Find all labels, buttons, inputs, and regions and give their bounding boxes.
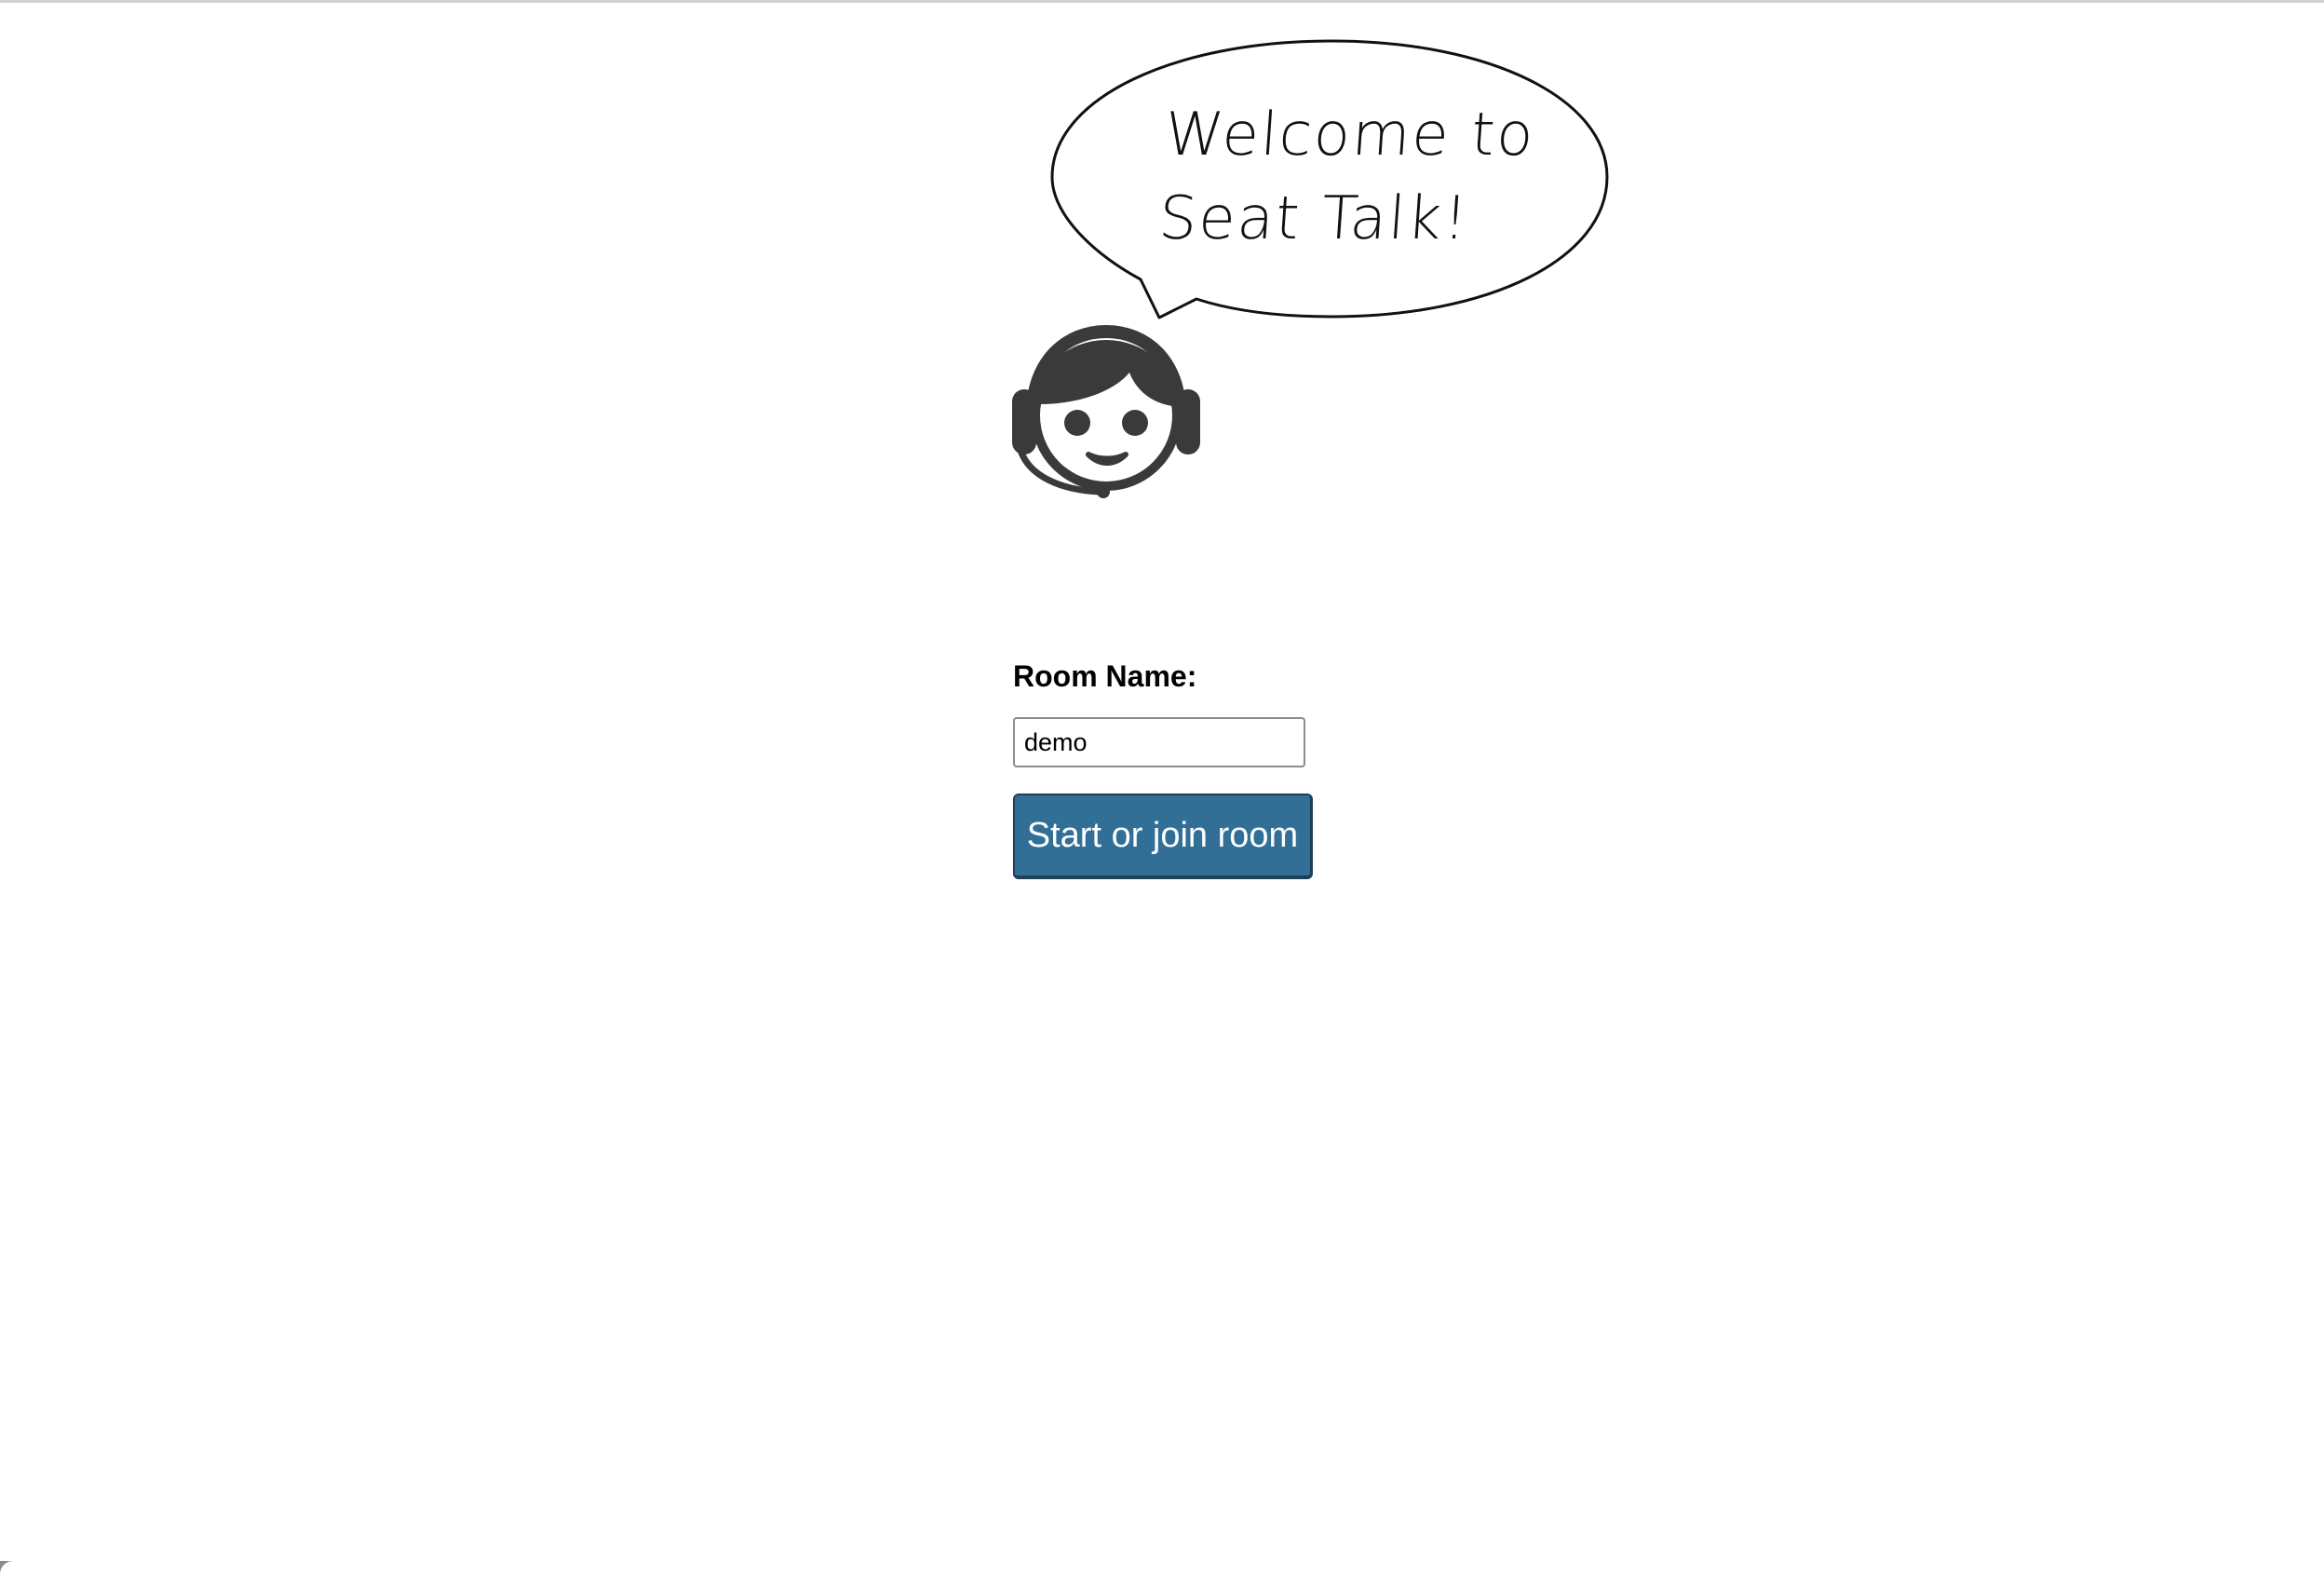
support-agent-headset-icon [1010, 324, 1202, 501]
welcome-speech-bubble: Welcome to Seat Talk! [1043, 35, 1620, 333]
window-corner [0, 1561, 26, 1574]
room-name-label: Room Name: [1013, 659, 1197, 693]
room-name-input[interactable] [1013, 717, 1305, 767]
welcome-line-2: Seat Talk! [1156, 184, 1472, 253]
window-top-border [0, 0, 2324, 3]
start-or-join-room-button[interactable]: Start or join room [1013, 794, 1313, 879]
join-room-form: Room Name: Start or join room [1013, 658, 1404, 879]
welcome-line-1: Welcome to [1162, 101, 1538, 170]
welcome-message: Welcome to Seat Talk! [1156, 93, 1578, 261]
